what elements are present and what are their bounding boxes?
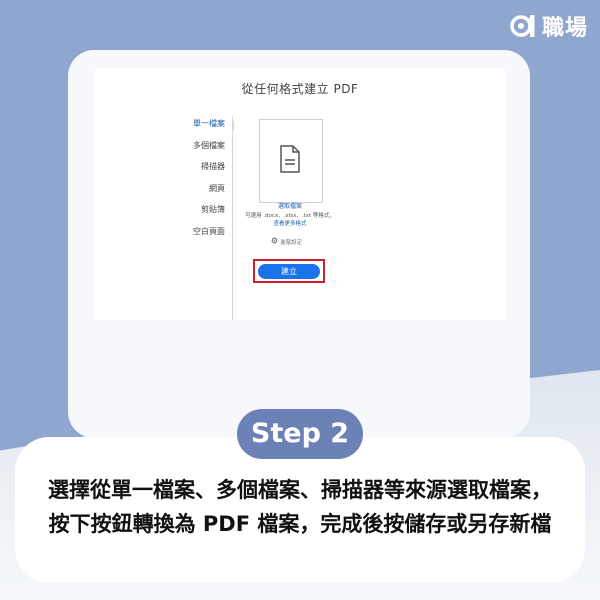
formats-text: 可選用 .docx、.xlsx、.txt 等格式，: [245, 213, 335, 219]
create-button-highlight: 建立: [253, 259, 325, 283]
source-sidebar: 單一檔案 多個檔案 掃描器 網頁 剪貼簿 空白頁面: [175, 118, 225, 247]
brand-name: 職場: [541, 16, 588, 41]
active-indicator: [228, 121, 234, 131]
sidebar-item-web-page[interactable]: 網頁: [175, 183, 225, 205]
sidebar-item-multiple-files[interactable]: 多個檔案: [175, 140, 225, 162]
sidebar-item-single-file[interactable]: 單一檔案: [175, 118, 225, 140]
app-screenshot: 從任何格式建立 PDF 單一檔案 多個檔案 掃描器 網頁 剪貼簿 空白頁面 選取…: [95, 68, 505, 320]
file-drop-zone[interactable]: [259, 119, 323, 203]
more-formats-link[interactable]: 查看更多格式: [239, 220, 341, 228]
page-title: 從任何格式建立 PDF: [241, 82, 359, 96]
sidebar-item-blank-page[interactable]: 空白頁面: [175, 226, 225, 248]
advanced-settings-label: 進階設定: [280, 239, 303, 246]
advanced-settings[interactable]: 進階設定: [271, 237, 302, 246]
sidebar-item-clipboard[interactable]: 剪貼簿: [175, 204, 225, 226]
gear-icon: [271, 237, 278, 246]
brand-logo: 職場: [509, 10, 588, 42]
sidebar-divider: [232, 116, 233, 320]
sidebar-item-scanner[interactable]: 掃描器: [175, 161, 225, 183]
create-button[interactable]: 建立: [258, 263, 320, 279]
select-file-link[interactable]: 選取檔案: [245, 201, 335, 210]
brand-mark-icon: [509, 12, 539, 40]
step-badge: Step 2: [237, 409, 363, 459]
supported-formats: 可選用 .docx、.xlsx、.txt 等格式， 查看更多格式: [239, 212, 341, 228]
document-icon: [279, 145, 301, 173]
step-caption: 選擇從單一檔案、多個檔案、掃描器等來源選取檔案，按下按鈕轉換為 PDF 檔案，完…: [48, 478, 552, 536]
